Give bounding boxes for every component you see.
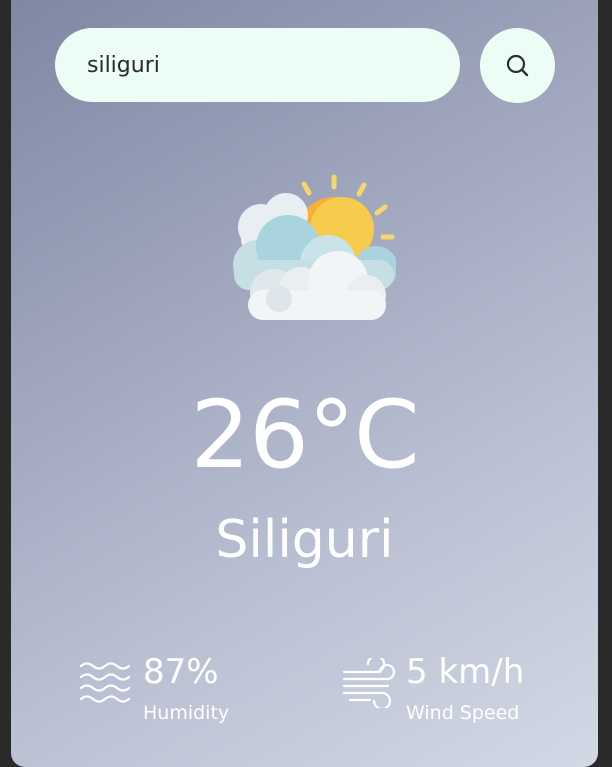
humidity-waves-icon [79,662,131,703]
humidity-stat: 87% Humidity [79,650,289,730]
weather-card: 26°C Siliguri 87% Humidity [11,0,598,767]
wind-icon [342,658,396,708]
city-name: Siliguri [215,510,394,570]
humidity-value: 87% [143,652,219,692]
partly-cloudy-icon [233,174,396,320]
wind-stat: 5 km/h Wind Speed [342,650,592,730]
search-input[interactable] [55,28,460,102]
wind-value: 5 km/h [406,652,525,692]
search-icon [506,54,528,76]
humidity-label: Humidity [143,702,230,724]
wind-label: Wind Speed [406,702,520,724]
search-button[interactable] [480,28,555,103]
app-frame: 26°C Siliguri 87% Humidity [0,0,612,767]
temperature: 26°C [190,381,419,490]
